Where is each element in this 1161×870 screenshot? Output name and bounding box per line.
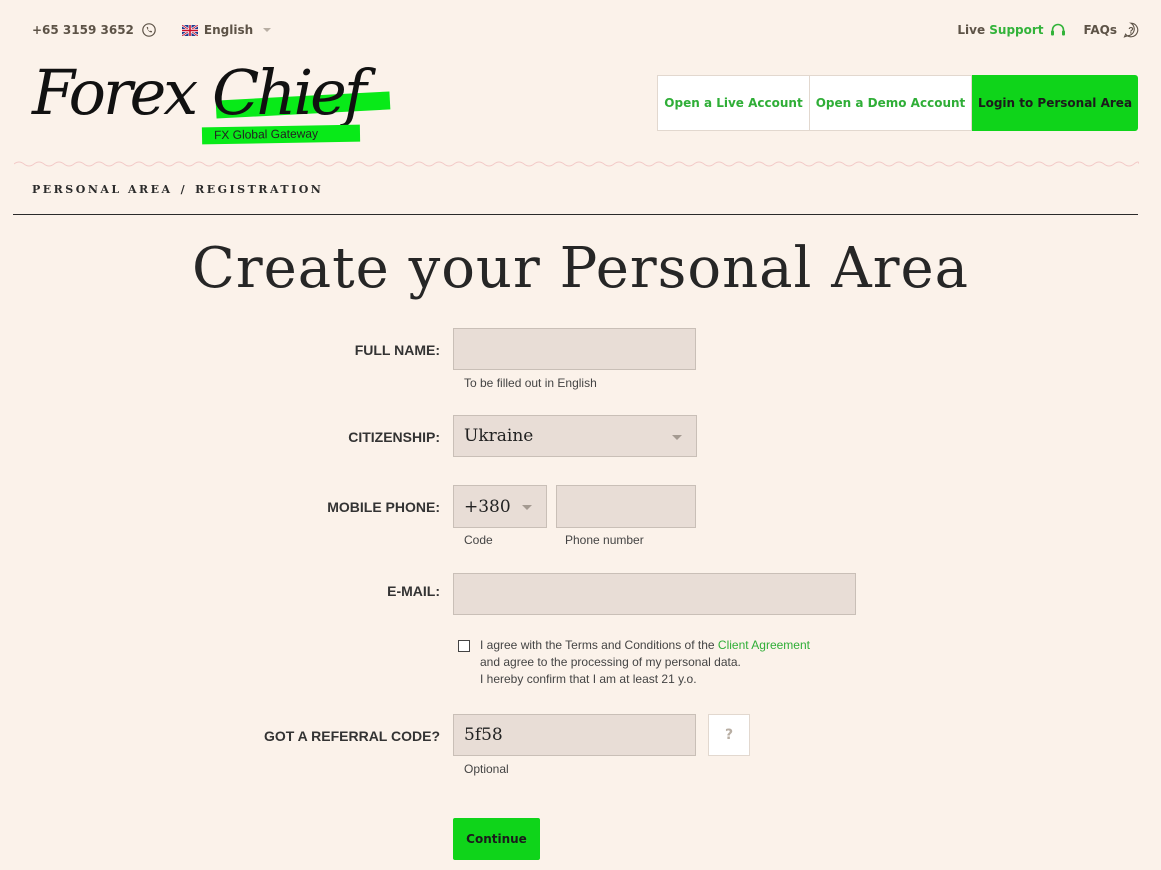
agreement-line2: and agree to the processing of my person… bbox=[480, 655, 741, 669]
open-live-account-button[interactable]: Open a Live Account bbox=[657, 75, 810, 131]
full-name-field[interactable] bbox=[453, 328, 696, 370]
phone-number-hint: Phone number bbox=[565, 533, 644, 547]
agreement-block: I agree with the Terms and Conditions of… bbox=[458, 637, 810, 688]
email-input[interactable] bbox=[454, 574, 855, 614]
agreement-text: I agree with the Terms and Conditions of… bbox=[480, 637, 810, 688]
logo-tagline: FX Global Gateway bbox=[201, 124, 361, 145]
citizenship-select[interactable]: Ukraine bbox=[453, 415, 697, 457]
agreement-checkbox[interactable] bbox=[458, 640, 470, 652]
referral-label: GOT A REFERRAL CODE? bbox=[263, 728, 440, 744]
referral-field[interactable] bbox=[453, 714, 696, 756]
mobile-phone-label: MOBILE PHONE: bbox=[327, 499, 440, 515]
email-field[interactable] bbox=[453, 573, 856, 615]
phone-code-value: +380 bbox=[464, 496, 511, 517]
full-name-input[interactable] bbox=[454, 329, 695, 369]
agreement-line1: I agree with the Terms and Conditions of… bbox=[480, 638, 718, 652]
agreement-line3: I hereby confirm that I am at least 21 y… bbox=[480, 672, 697, 686]
continue-button[interactable]: Continue bbox=[453, 818, 540, 860]
live-prefix: Live bbox=[957, 23, 986, 37]
referral-hint: Optional bbox=[464, 762, 509, 776]
phone-contact[interactable]: +65 3159 3652 bbox=[32, 23, 156, 37]
chevron-down-icon bbox=[672, 435, 682, 440]
header-account-buttons: Open a Live Account Open a Demo Account … bbox=[657, 75, 1138, 131]
live-support-link[interactable]: Live Support bbox=[957, 23, 1065, 37]
page-title: Create your Personal Area bbox=[191, 236, 969, 301]
full-name-label: FULL NAME: bbox=[354, 342, 440, 358]
breadcrumb: PERSONAL AREA / REGISTRATION bbox=[32, 183, 323, 196]
citizenship-value: Ukraine bbox=[464, 426, 534, 446]
breadcrumb-registration: REGISTRATION bbox=[195, 183, 324, 196]
header-divider bbox=[13, 214, 1138, 215]
uk-flag-icon bbox=[181, 24, 198, 36]
forex-chief-logo[interactable]: Forex Chief FX Global Gateway bbox=[32, 58, 392, 148]
phone-number-field[interactable] bbox=[556, 485, 696, 528]
chevron-down-icon bbox=[522, 505, 532, 510]
chevron-down-icon bbox=[263, 28, 272, 32]
headset-icon bbox=[1050, 23, 1065, 36]
breadcrumb-separator: / bbox=[180, 183, 188, 196]
phone-number-input[interactable] bbox=[557, 486, 695, 527]
language-label: English bbox=[203, 23, 254, 37]
faqs-link[interactable]: FAQs ? bbox=[1084, 22, 1139, 38]
svg-text:?: ? bbox=[1128, 26, 1134, 36]
client-agreement-link[interactable]: Client Agreement bbox=[718, 638, 810, 652]
email-label: E-MAIL: bbox=[387, 583, 440, 599]
language-selector[interactable]: English bbox=[181, 23, 272, 37]
question-icon: ? bbox=[1123, 22, 1139, 38]
live-support-label: Support bbox=[989, 23, 1044, 37]
faqs-label: FAQs bbox=[1083, 23, 1117, 37]
referral-input[interactable] bbox=[454, 715, 695, 755]
logo-wordmark: Forex Chief bbox=[32, 56, 367, 129]
citizenship-label: CITIZENSHIP: bbox=[348, 429, 440, 445]
open-demo-account-button[interactable]: Open a Demo Account bbox=[810, 75, 972, 131]
login-personal-area-button[interactable]: Login to Personal Area bbox=[972, 75, 1138, 131]
full-name-hint: To be filled out in English bbox=[464, 376, 597, 390]
breadcrumb-personal-area[interactable]: PERSONAL AREA bbox=[32, 183, 173, 196]
phone-number[interactable]: +65 3159 3652 bbox=[32, 23, 134, 37]
phone-code-select[interactable]: +380 bbox=[453, 485, 547, 528]
referral-help-button[interactable]: ? bbox=[708, 714, 750, 756]
wavy-divider bbox=[14, 161, 1139, 167]
phone-code-hint: Code bbox=[464, 533, 493, 547]
top-right-links: Live Support FAQs ? bbox=[957, 20, 1139, 40]
phone-icon bbox=[142, 23, 156, 37]
topbar: +65 3159 3652 English bbox=[32, 20, 272, 40]
